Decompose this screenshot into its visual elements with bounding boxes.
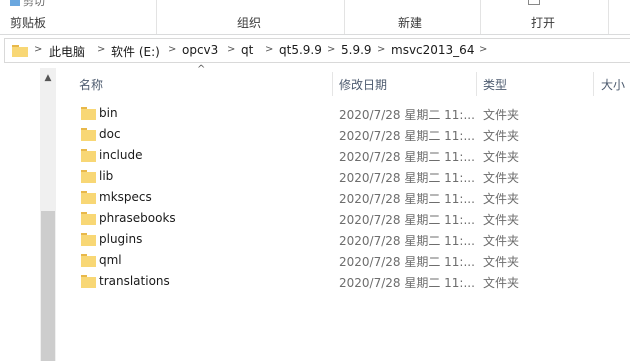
file-modified-date: 2020/7/28 星期二 11:... [339, 171, 475, 185]
file-type: 文件夹 [483, 276, 520, 290]
column-header-date[interactable]: 修改日期 [339, 76, 387, 100]
scroll-up-icon[interactable]: ▲ [40, 71, 56, 85]
file-modified-date: 2020/7/28 星期二 11:... [339, 150, 475, 164]
chevron-right-icon[interactable]: > [227, 44, 235, 55]
folder-icon [12, 45, 28, 57]
folder-icon [81, 170, 96, 183]
chevron-right-icon[interactable]: > [377, 44, 385, 55]
chevron-right-icon[interactable]: > [479, 44, 487, 55]
list-item[interactable]: doc 2020/7/28 星期二 11:... 文件夹 [78, 124, 630, 145]
file-name: doc [99, 127, 121, 141]
chevron-right-icon[interactable]: > [327, 44, 335, 55]
folder-icon [81, 149, 96, 162]
list-item[interactable]: mkspecs 2020/7/28 星期二 11:... 文件夹 [78, 187, 630, 208]
group-clipboard-label: 剪贴板 [10, 16, 47, 30]
breadcrumb-this-pc[interactable]: 此电脑 [49, 43, 85, 60]
file-name: phrasebooks [99, 211, 176, 225]
group-divider [156, 0, 157, 34]
column-divider[interactable] [593, 72, 594, 96]
file-name: mkspecs [99, 190, 152, 204]
file-type: 文件夹 [483, 171, 520, 185]
column-divider[interactable] [332, 72, 333, 96]
file-modified-date: 2020/7/28 星期二 11:... [339, 129, 475, 143]
file-type: 文件夹 [483, 255, 520, 269]
file-modified-date: 2020/7/28 星期二 11:... [339, 192, 475, 206]
list-item[interactable]: bin 2020/7/28 星期二 11:... 文件夹 [78, 103, 630, 124]
file-modified-date: 2020/7/28 星期二 11:... [339, 213, 475, 227]
breadcrumb-msvc2013-64[interactable]: msvc2013_64 [391, 43, 474, 57]
file-name: translations [99, 274, 170, 288]
list-item[interactable]: lib 2020/7/28 星期二 11:... 文件夹 [78, 166, 630, 187]
column-header-size[interactable]: 大小 [601, 76, 625, 100]
file-name: plugins [99, 232, 143, 246]
file-type: 文件夹 [483, 129, 520, 143]
chevron-right-icon[interactable]: > [34, 44, 42, 55]
breadcrumb-qt[interactable]: qt [241, 43, 253, 57]
folder-icon [81, 254, 96, 267]
folder-icon [81, 107, 96, 120]
file-type: 文件夹 [483, 234, 520, 248]
folder-icon [81, 212, 96, 225]
breadcrumb-opcv3[interactable]: opcv3 [182, 43, 218, 57]
file-name: include [99, 148, 143, 162]
chevron-right-icon[interactable]: > [168, 44, 176, 55]
group-divider [480, 0, 481, 34]
column-divider[interactable] [476, 72, 477, 96]
cut-button[interactable]: 剪切 [10, 0, 45, 9]
group-divider [344, 0, 345, 34]
folder-icon [81, 275, 96, 288]
list-item[interactable]: include 2020/7/28 星期二 11:... 文件夹 [78, 145, 630, 166]
file-name: bin [99, 106, 118, 120]
column-header-type[interactable]: 类型 [483, 76, 507, 100]
address-bar[interactable]: > 此电脑 > 软件 (E:) > opcv3 > qt > qt5.9.9 >… [4, 38, 630, 63]
ribbon: 剪切 剪贴板 组织 新建 打开 [0, 0, 630, 35]
file-type: 文件夹 [483, 150, 520, 164]
list-item[interactable]: translations 2020/7/28 星期二 11:... 文件夹 [78, 271, 630, 292]
breadcrumb-drive-e[interactable]: 软件 (E:) [111, 43, 160, 60]
list-item[interactable]: plugins 2020/7/28 星期二 11:... 文件夹 [78, 229, 630, 250]
open-icon [528, 0, 540, 5]
folder-icon [81, 233, 96, 246]
cut-label: 剪切 [23, 0, 45, 8]
column-header-name[interactable]: 名称 [79, 76, 103, 100]
file-modified-date: 2020/7/28 星期二 11:... [339, 234, 475, 248]
chevron-right-icon[interactable]: > [265, 44, 273, 55]
breadcrumb-599[interactable]: 5.9.9 [341, 43, 372, 57]
file-type: 文件夹 [483, 108, 520, 122]
group-new-label: 新建 [398, 16, 423, 30]
folder-icon [81, 191, 96, 204]
scissors-icon [10, 0, 20, 6]
list-item[interactable]: phrasebooks 2020/7/28 星期二 11:... 文件夹 [78, 208, 630, 229]
group-organize-label: 组织 [237, 16, 262, 30]
file-type: 文件夹 [483, 192, 520, 206]
group-open-label: 打开 [531, 16, 556, 30]
chevron-right-icon[interactable]: > [97, 44, 105, 55]
file-name: qml [99, 253, 122, 267]
list-item[interactable]: qml 2020/7/28 星期二 11:... 文件夹 [78, 250, 630, 271]
folder-icon [81, 128, 96, 141]
file-modified-date: 2020/7/28 星期二 11:... [339, 108, 475, 122]
file-name: lib [99, 169, 114, 183]
group-divider [608, 0, 609, 34]
nav-scrollbar-thumb[interactable] [41, 211, 55, 361]
sort-ascending-icon: ^ [197, 64, 206, 75]
file-type: 文件夹 [483, 213, 520, 227]
file-modified-date: 2020/7/28 星期二 11:... [339, 255, 475, 269]
file-modified-date: 2020/7/28 星期二 11:... [339, 276, 475, 290]
breadcrumb-qt599[interactable]: qt5.9.9 [279, 43, 322, 57]
